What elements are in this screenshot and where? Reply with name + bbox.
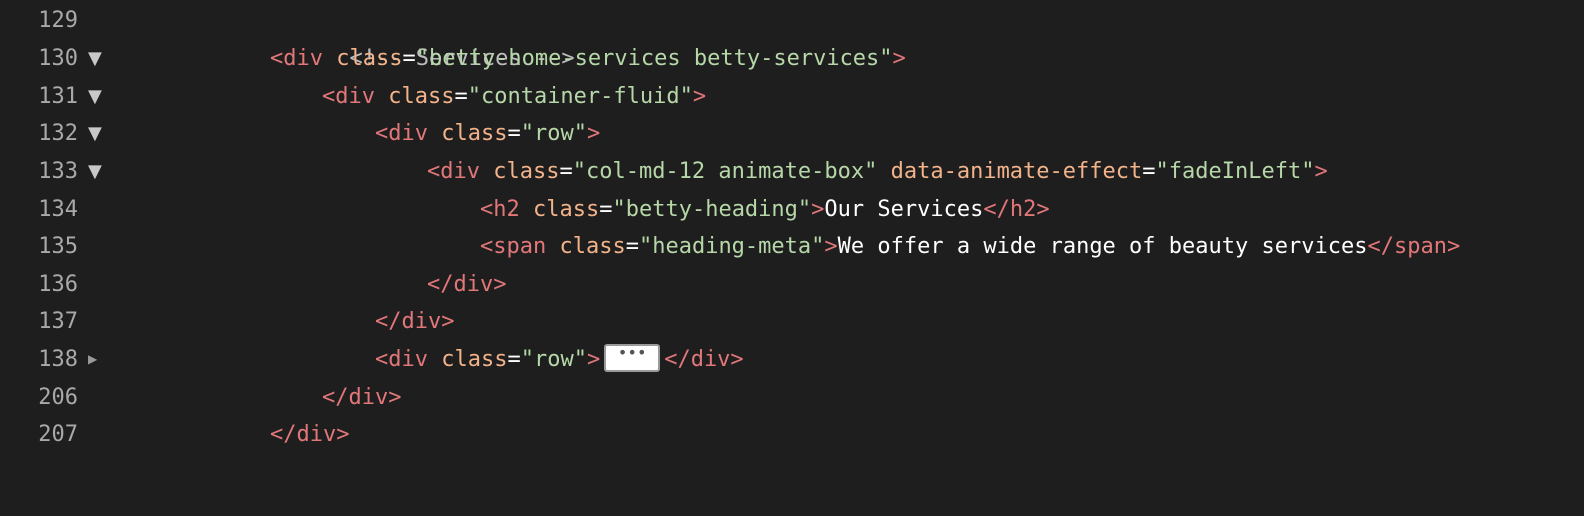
equals-sign: =	[507, 121, 521, 146]
equals-sign: =	[559, 159, 573, 184]
code-content: </div>	[375, 303, 454, 341]
fold-expanded-icon[interactable]: ▼	[88, 153, 102, 191]
line-number: 138	[38, 347, 78, 372]
fold-collapsed-icon[interactable]: ▶	[88, 341, 97, 379]
equals-sign: =	[402, 46, 416, 71]
attribute-name: class	[427, 121, 508, 146]
line-number: 133	[38, 159, 78, 184]
attribute-name: class	[546, 234, 626, 259]
equals-sign: =	[507, 347, 521, 372]
line-number: 134	[38, 197, 78, 222]
attribute-value: "heading-meta"	[638, 234, 825, 259]
line-number: 206	[38, 385, 78, 410]
tag-open: <div	[270, 46, 323, 71]
tag-close: </h2>	[983, 197, 1050, 222]
line-number: 132	[38, 121, 78, 146]
attribute-name: class	[374, 84, 455, 109]
code-line[interactable]: 136 </div>	[0, 266, 1584, 304]
code-line[interactable]: 206 </div>	[0, 379, 1584, 417]
tag-open: <h2	[480, 197, 520, 222]
code-editor[interactable]: 129 <!-- Services --> 130 ▼ <div class="…	[0, 0, 1584, 462]
line-number: 129	[38, 8, 78, 33]
folded-code-ellipsis-button[interactable]: •••	[604, 344, 661, 372]
code-line[interactable]: 132 ▼ <div class="row">	[0, 115, 1584, 153]
line-number: 207	[38, 422, 78, 447]
tag-close-bracket: >	[586, 121, 601, 146]
line-number: 131	[38, 84, 78, 109]
text-content: Our Services	[824, 197, 984, 222]
attribute-name: class	[519, 197, 600, 222]
tag-open: <div	[322, 84, 375, 109]
code-content: <div class="col-md-12 animate-box" data-…	[427, 153, 1328, 191]
code-line[interactable]: 207 </div>	[0, 416, 1584, 454]
line-number: 135	[38, 234, 78, 259]
tag-close-bracket: >	[892, 46, 906, 71]
tag-close: </div>	[322, 385, 402, 410]
code-content: <div class="betty-home-services betty-se…	[270, 40, 906, 78]
tag-close: </span>	[1367, 234, 1461, 259]
code-content: <div class="row">	[375, 115, 600, 153]
equals-sign: =	[1142, 159, 1156, 184]
code-content: </div>	[270, 416, 349, 454]
tag-open: <span	[480, 234, 547, 259]
tag-close-bracket: >	[824, 234, 838, 259]
tag-open: <div	[375, 347, 428, 372]
code-line[interactable]: 137 </div>	[0, 303, 1584, 341]
code-content: <h2 class="betty-heading">Our Services</…	[480, 191, 1050, 229]
code-line[interactable]: 130 ▼ <div class="betty-home-services be…	[0, 40, 1584, 78]
tag-close-bracket: >	[692, 84, 707, 109]
tag-close: </div>	[427, 272, 507, 297]
attribute-value: "fadeInLeft"	[1155, 159, 1315, 184]
tag-close-bracket: >	[586, 347, 601, 372]
code-line[interactable]: 133 ▼ <div class="col-md-12 animate-box"…	[0, 153, 1584, 191]
attribute-name: class	[427, 347, 508, 372]
fold-expanded-icon[interactable]: ▼	[88, 78, 102, 116]
tag-open: <div	[427, 159, 480, 184]
attribute-value: "betty-home-services betty-services"	[415, 46, 893, 71]
fold-expanded-icon[interactable]: ▼	[88, 115, 102, 153]
tag-close: </div>	[664, 347, 744, 372]
equals-sign: =	[625, 234, 639, 259]
code-content: <span class="heading-meta">We offer a wi…	[480, 228, 1460, 266]
tag-close: </div>	[375, 309, 455, 334]
attribute-value: "row"	[520, 347, 587, 372]
code-line[interactable]: 134 <h2 class="betty-heading">Our Servic…	[0, 191, 1584, 229]
code-content: <div class="row"> ••• </div>	[375, 341, 744, 379]
code-content: <!-- Services -->	[270, 2, 574, 71]
tag-open: <div	[375, 121, 428, 146]
tag-close: </div>	[270, 422, 350, 447]
code-content: </div>	[322, 379, 401, 417]
code-content: <div class="container-fluid">	[322, 78, 706, 116]
line-number: 137	[38, 309, 78, 334]
tag-close-bracket: >	[811, 197, 825, 222]
line-number: 130	[38, 46, 78, 71]
equals-sign: =	[454, 84, 468, 109]
text-content: We offer a wide range of beauty services	[837, 234, 1368, 259]
code-line[interactable]: 129 <!-- Services -->	[0, 2, 1584, 71]
attribute-name: data-animate-effect	[877, 159, 1143, 184]
attribute-value: "row"	[520, 121, 587, 146]
code-line[interactable]: 138 ▶ <div class="row"> ••• </div>	[0, 341, 1584, 379]
equals-sign: =	[599, 197, 613, 222]
code-line[interactable]: 131 ▼ <div class="container-fluid">	[0, 78, 1584, 116]
fold-expanded-icon[interactable]: ▼	[88, 40, 102, 78]
attribute-value: "container-fluid"	[467, 84, 693, 109]
tag-close-bracket: >	[1314, 159, 1328, 184]
line-number: 136	[38, 272, 78, 297]
attribute-name: class	[479, 159, 560, 184]
attribute-value: "col-md-12 animate-box"	[572, 159, 878, 184]
code-content: </div>	[427, 266, 506, 304]
attribute-value: "betty-heading"	[612, 197, 812, 222]
attribute-name: class	[322, 46, 403, 71]
code-line[interactable]: 135 <span class="heading-meta">We offer …	[0, 228, 1584, 266]
